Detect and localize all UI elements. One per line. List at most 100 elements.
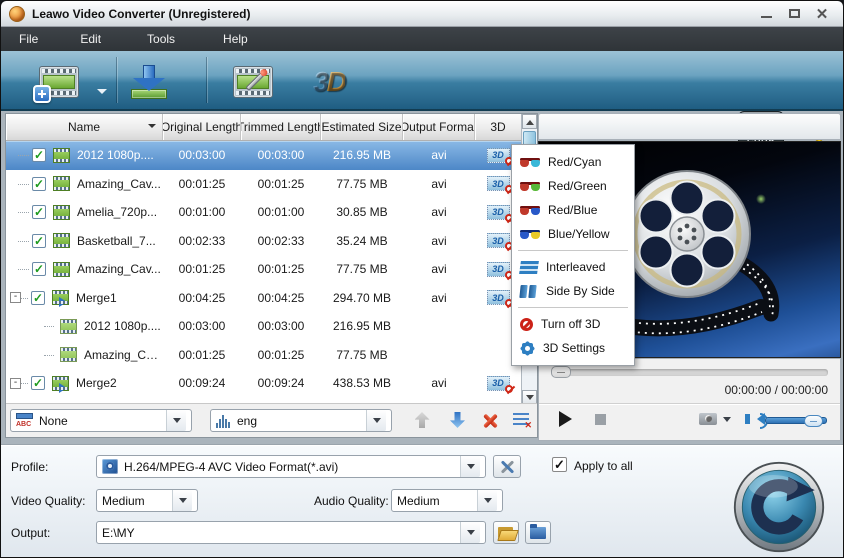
table-row[interactable]: ✓Amelia_720p...00:01:0000:01:0030.85 MBa… bbox=[6, 198, 537, 227]
menu-item-3d-settings[interactable]: 3D Settings bbox=[512, 336, 634, 360]
subtitle-dropdown-arrow[interactable] bbox=[166, 410, 186, 431]
row-checkbox[interactable]: ✓ bbox=[31, 291, 45, 305]
close-button[interactable]: ✕ bbox=[813, 6, 831, 22]
menu-item-blue-yellow[interactable]: Blue/Yellow bbox=[512, 222, 634, 246]
3d-status-icon[interactable]: 3D bbox=[487, 205, 510, 220]
video-file-icon bbox=[53, 233, 70, 248]
video-quality-dropdown-arrow[interactable] bbox=[172, 490, 192, 511]
speaker-icon bbox=[751, 413, 765, 425]
3d-status-icon[interactable]: 3D bbox=[487, 176, 510, 191]
profile-select[interactable]: H.264/MPEG-4 AVC Video Format(*.avi) bbox=[96, 455, 486, 478]
menu-item-red-green[interactable]: Red/Green bbox=[512, 174, 634, 198]
move-down-button[interactable] bbox=[447, 410, 467, 430]
volume-slider[interactable] bbox=[765, 417, 827, 424]
audio-quality-select[interactable]: Medium bbox=[391, 489, 503, 512]
snapshot-dropdown[interactable] bbox=[723, 411, 731, 426]
clear-list-icon bbox=[513, 413, 529, 427]
mute-button[interactable] bbox=[751, 411, 765, 425]
3d-status-icon[interactable]: 3D bbox=[487, 262, 510, 277]
volume-handle[interactable] bbox=[804, 415, 823, 427]
browse-output-button[interactable] bbox=[493, 521, 519, 544]
row-checkbox[interactable]: ✓ bbox=[32, 148, 46, 162]
menu-help[interactable]: Help bbox=[213, 28, 258, 50]
3d-status-icon[interactable]: 3D bbox=[487, 233, 510, 248]
convert-button[interactable] bbox=[732, 460, 826, 554]
menu-edit[interactable]: Edit bbox=[70, 28, 111, 50]
output-dropdown-arrow[interactable] bbox=[460, 522, 480, 543]
menu-tools[interactable]: Tools bbox=[137, 28, 185, 50]
3d-status-icon[interactable]: 3D bbox=[487, 290, 510, 305]
3d-status-icon[interactable]: 3D bbox=[487, 376, 510, 391]
column-header-trimmed-length[interactable]: Trimmed Length bbox=[241, 114, 321, 140]
table-row[interactable]: ✓2012 1080p....00:03:0000:03:00216.95 MB… bbox=[6, 141, 537, 170]
menu-item-interleaved[interactable]: Interleaved bbox=[512, 255, 634, 279]
menu-item-red-blue[interactable]: Red/Blue bbox=[512, 198, 634, 222]
table-row[interactable]: ✓Basketball_7...00:02:3300:02:3335.24 MB… bbox=[6, 227, 537, 256]
3d-menu: Red/Cyan Red/Green Red/Blue Blue/Yellow … bbox=[511, 144, 635, 366]
table-row[interactable]: -✓Merge100:04:2500:04:25294.70 MBavi3D bbox=[6, 284, 537, 313]
download-video-button[interactable] bbox=[123, 61, 175, 103]
light-flare bbox=[756, 194, 766, 204]
collapse-toggle[interactable]: - bbox=[10, 292, 21, 303]
collapse-toggle[interactable]: - bbox=[10, 378, 21, 389]
seek-handle[interactable] bbox=[551, 366, 571, 378]
move-up-button[interactable] bbox=[412, 410, 432, 430]
stop-button[interactable] bbox=[595, 411, 606, 425]
video-quality-select[interactable]: Medium bbox=[96, 489, 198, 512]
estimated-size-cell: 216.95 MB bbox=[321, 312, 403, 341]
3d-status-icon[interactable]: 3D bbox=[487, 148, 510, 163]
table-row[interactable]: ✓Amazing_Cav...00:01:2500:01:2577.75 MBa… bbox=[6, 255, 537, 284]
profile-settings-button[interactable] bbox=[493, 455, 521, 478]
row-checkbox[interactable]: ✓ bbox=[32, 205, 46, 219]
menu-item-side-by-side[interactable]: Side By Side bbox=[512, 279, 634, 303]
output-path-input[interactable]: E:\MY bbox=[96, 521, 486, 544]
column-header-output-format[interactable]: Output Format bbox=[403, 114, 475, 140]
row-checkbox[interactable]: ✓ bbox=[31, 376, 45, 390]
original-length-cell: 00:03:00 bbox=[163, 312, 241, 341]
maximize-button[interactable] bbox=[785, 6, 803, 22]
audio-dropdown-arrow[interactable] bbox=[366, 410, 386, 431]
minimize-button[interactable] bbox=[757, 6, 775, 22]
original-length-cell: 00:01:25 bbox=[163, 255, 241, 284]
scroll-up-button[interactable] bbox=[522, 114, 537, 129]
row-checkbox[interactable]: ✓ bbox=[32, 177, 46, 191]
estimated-size-cell: 216.95 MB bbox=[321, 141, 403, 170]
seek-bar[interactable] bbox=[551, 369, 828, 376]
output-format-cell: avi bbox=[403, 227, 475, 256]
apply-to-all-checkbox[interactable]: ✓ bbox=[552, 457, 567, 472]
column-header-name[interactable]: Name bbox=[6, 114, 163, 140]
snapshot-button[interactable] bbox=[699, 411, 717, 425]
column-header-3d[interactable]: 3D bbox=[475, 114, 521, 140]
video-file-icon bbox=[60, 319, 77, 334]
scroll-up-icon bbox=[526, 116, 534, 125]
3d-movie-button[interactable]: 3D bbox=[303, 61, 355, 103]
estimated-size-cell: 35.24 MB bbox=[321, 227, 403, 256]
remove-file-button[interactable] bbox=[480, 410, 500, 430]
table-row[interactable]: ✓Amazing_Cav...00:01:2500:01:2577.75 MBa… bbox=[6, 170, 537, 199]
menu-file[interactable]: File bbox=[9, 28, 48, 50]
add-video-button[interactable] bbox=[33, 61, 85, 103]
column-header-estimated-size[interactable]: Estimated Size bbox=[321, 114, 403, 140]
download-icon bbox=[131, 65, 167, 99]
audio-track-select[interactable]: eng bbox=[210, 409, 392, 432]
column-header-original-length[interactable]: Original Length bbox=[163, 114, 241, 140]
row-checkbox[interactable]: ✓ bbox=[32, 234, 46, 248]
table-row[interactable]: 2012 1080p....00:03:0000:03:00216.95 MB bbox=[6, 312, 537, 341]
audio-quality-dropdown-arrow[interactable] bbox=[477, 490, 497, 511]
table-row[interactable]: Amazing_Cav...00:01:2500:01:2577.75 MB bbox=[6, 341, 537, 370]
table-row[interactable]: -✓Merge200:09:2400:09:24438.53 MBavi3D bbox=[6, 369, 537, 398]
row-checkbox[interactable]: ✓ bbox=[32, 262, 46, 276]
menu-item-red-cyan[interactable]: Red/Cyan bbox=[512, 150, 634, 174]
add-video-dropdown-caret[interactable] bbox=[97, 89, 107, 99]
open-folder-button[interactable] bbox=[525, 521, 551, 544]
tree-line bbox=[6, 170, 32, 199]
original-length-cell: 00:04:25 bbox=[163, 284, 241, 313]
edit-video-button[interactable] bbox=[227, 61, 279, 103]
clear-list-button[interactable] bbox=[511, 410, 531, 430]
subtitle-select[interactable]: ABC None bbox=[10, 409, 192, 432]
menu-item-turn-off-3d[interactable]: Turn off 3D bbox=[512, 312, 634, 336]
play-button[interactable] bbox=[559, 411, 580, 427]
folder-icon bbox=[530, 527, 546, 539]
profile-dropdown-arrow[interactable] bbox=[460, 456, 480, 477]
trimmed-length-cell: 00:03:00 bbox=[241, 141, 321, 170]
